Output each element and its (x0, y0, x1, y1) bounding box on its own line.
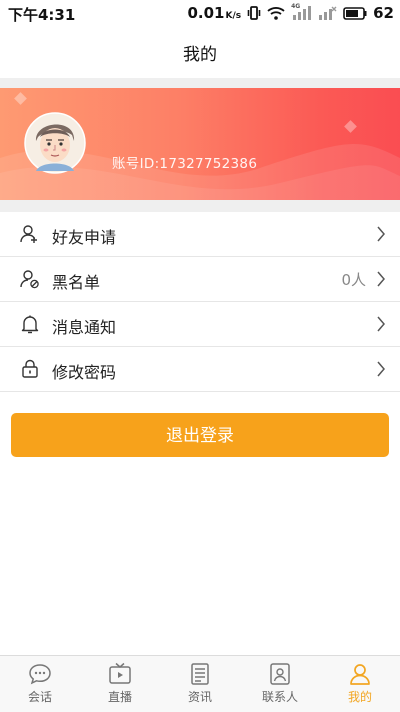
battery-level: 62 (373, 4, 394, 22)
tab-live[interactable]: 直播 (80, 656, 160, 712)
vibrate-icon (247, 6, 261, 20)
person-icon (350, 664, 370, 685)
news-icon (191, 663, 209, 685)
menu-item-change-password[interactable]: 修改密码 (0, 347, 400, 392)
menu-item-label: 消息通知 (52, 318, 117, 337)
menu-item-label: 修改密码 (52, 363, 117, 382)
logout-button[interactable]: 退出登录 (11, 413, 389, 457)
avatar[interactable] (24, 107, 86, 177)
status-bar: 下午4:31 0.01K/s 4G 62 (0, 0, 400, 26)
no-sim-signal-icon (319, 6, 337, 20)
chevron-right-icon (377, 271, 385, 287)
menu-item-label: 好友申请 (52, 228, 117, 247)
signal-icon (293, 6, 312, 20)
tab-label: 直播 (107, 690, 132, 704)
network-speed-unit: K/s (225, 11, 242, 21)
tab-me[interactable]: 我的 (320, 656, 400, 712)
add-friend-icon (20, 225, 37, 243)
status-right: 0.01K/s 4G 62 (187, 3, 394, 22)
blocked-user-icon (20, 270, 39, 289)
menu-item-label: 黑名单 (52, 273, 101, 292)
chevron-right-icon (377, 361, 385, 377)
chevron-right-icon (377, 316, 385, 332)
tab-label: 联系人 (261, 690, 298, 704)
bottom-tab-bar: 会话 直播 资讯 联系人 我的 (0, 655, 400, 712)
menu-item-friend-requests[interactable]: 好友申请 (0, 212, 400, 257)
status-time: 下午4:31 (8, 6, 76, 24)
tab-label: 资讯 (187, 690, 212, 704)
lock-icon (22, 359, 38, 378)
menu-item-notifications[interactable]: 消息通知 (0, 302, 400, 347)
tv-icon (109, 662, 131, 684)
battery-icon (343, 6, 367, 20)
section-divider (0, 200, 400, 212)
wifi-icon (267, 7, 285, 20)
contacts-icon (270, 663, 290, 685)
menu-item-blacklist[interactable]: 黑名单 0人 (0, 257, 400, 302)
tab-label: 我的 (347, 690, 372, 704)
section-divider (0, 78, 400, 88)
blacklist-count: 0人 (341, 271, 366, 289)
account-id: 账号ID:17327752386 (112, 156, 258, 172)
network-speed: 0.01K/s (187, 4, 241, 22)
nav-bar: 我的 (0, 26, 400, 78)
bell-icon (21, 315, 39, 334)
tab-label: 会话 (27, 690, 52, 704)
settings-list: 好友申请 黑名单 0人 消息通知 修改密码 (0, 212, 400, 392)
chat-icon (29, 664, 51, 685)
chevron-right-icon (377, 226, 385, 242)
signal-4g: 4G (291, 3, 312, 20)
tab-chat[interactable]: 会话 (0, 656, 80, 712)
network-speed-value: 0.01 (187, 4, 225, 22)
tab-contacts[interactable]: 联系人 (240, 656, 320, 712)
page-title: 我的 (183, 45, 217, 65)
tab-news[interactable]: 资讯 (160, 656, 240, 712)
